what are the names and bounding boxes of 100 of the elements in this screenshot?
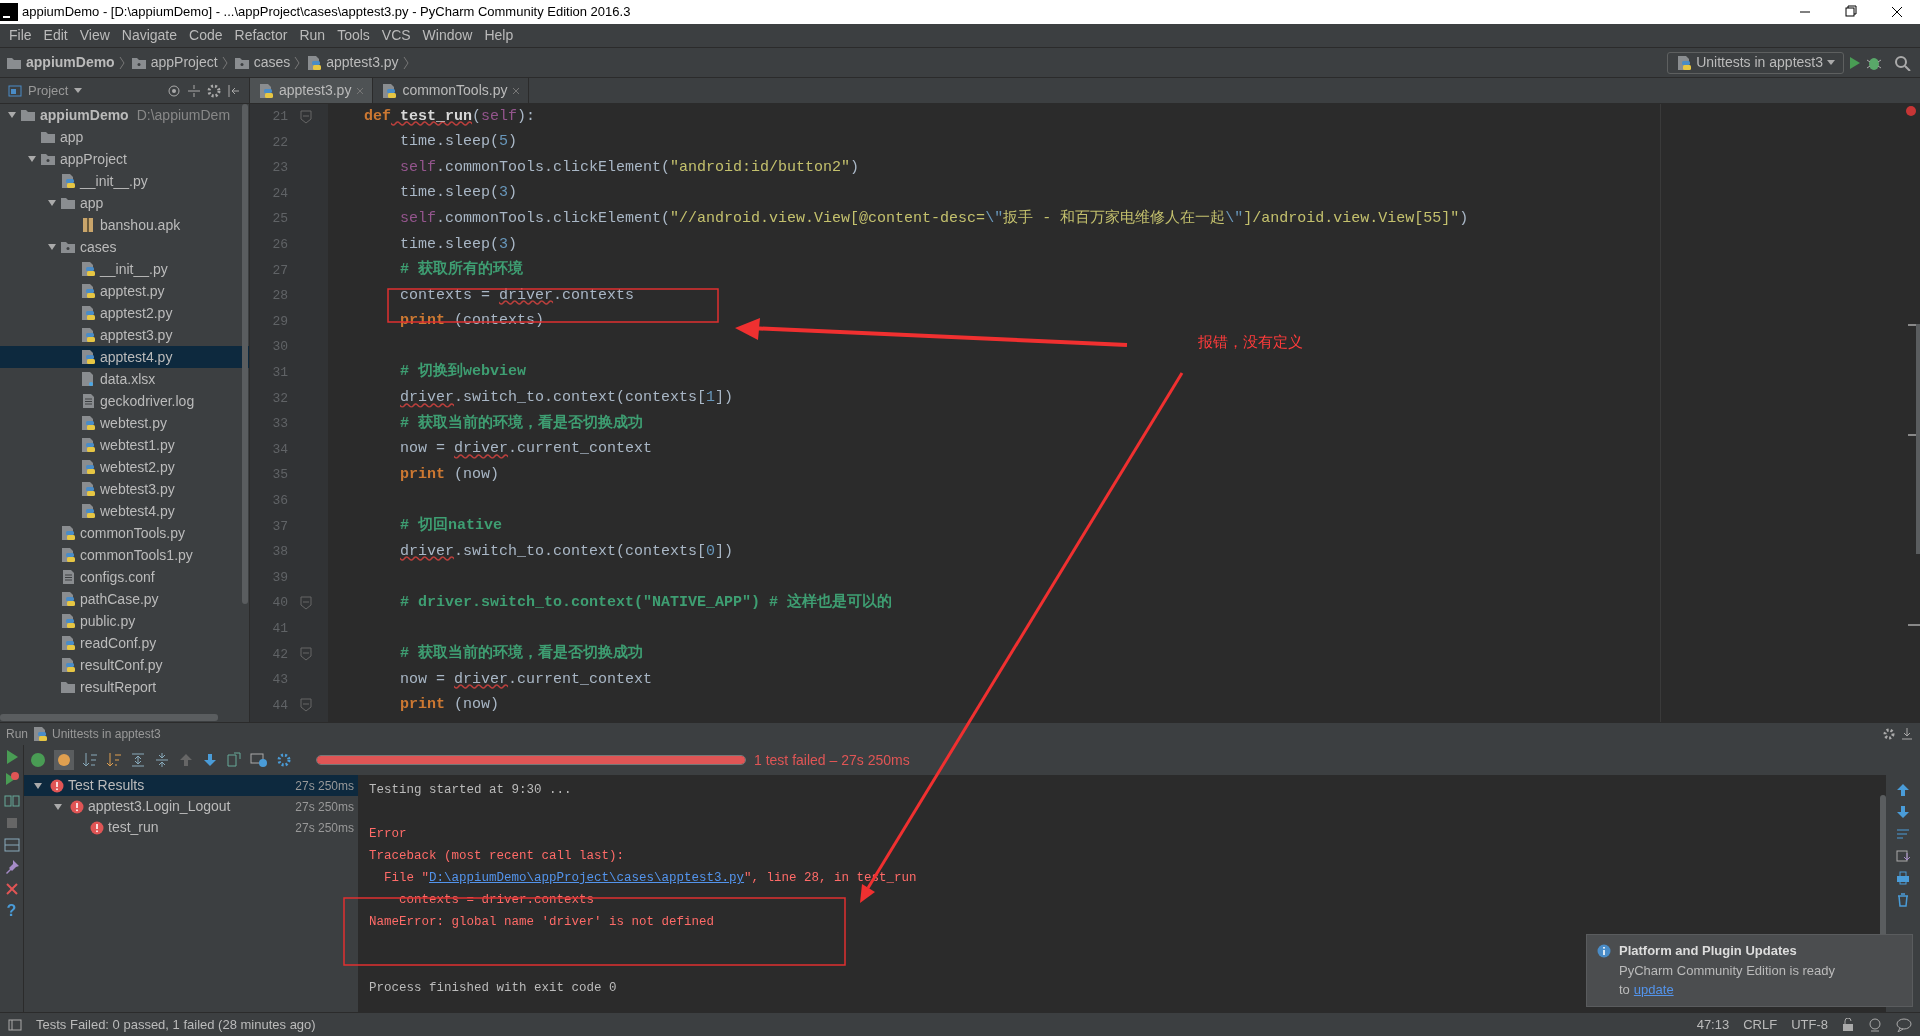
tree-item[interactable]: commonTools.py [0,522,249,544]
breadcrumb[interactable]: apptest3.py [306,52,409,73]
breadcrumb[interactable]: appiumDemo [6,52,125,73]
menu-item[interactable]: File [4,25,37,46]
line-ending[interactable]: CRLF [1743,1014,1778,1035]
settings-icon[interactable] [207,83,221,98]
tree-item[interactable]: apptest2.py [0,302,249,324]
menu-item[interactable]: Tools [332,25,375,46]
menu-item[interactable]: VCS [376,25,416,46]
fold-marker-icon[interactable] [300,698,312,713]
settings-icon[interactable] [1882,727,1896,741]
soft-wrap-icon[interactable] [1896,827,1910,841]
previous-icon[interactable] [178,752,194,768]
tree-item[interactable]: webtest.py [0,412,249,434]
expand-arrow-icon[interactable] [47,242,57,252]
run-configuration-dropdown[interactable]: Unittests in apptest3 [1667,51,1844,74]
settings-icon[interactable] [276,752,292,768]
collapse-all-icon[interactable] [187,83,201,98]
tree-item[interactable]: app [0,126,249,148]
tree-item[interactable]: appProject [0,148,249,170]
menu-item[interactable]: Run [294,25,331,46]
menu-item[interactable]: Window [417,25,478,46]
tree-item[interactable]: commonTools1.py [0,544,249,566]
tree-item[interactable]: app [0,192,249,214]
expand-arrow-icon[interactable] [7,110,17,120]
tree-item[interactable]: apptest.py [0,280,249,302]
help-icon[interactable]: ? [6,903,17,919]
sort-icon[interactable] [82,752,98,768]
tree-item[interactable]: banshou.apk [0,214,249,236]
tree-item[interactable]: public.py [0,610,249,632]
hide-panel-icon[interactable] [227,83,241,98]
file-encoding[interactable]: UTF-8 [1791,1014,1828,1035]
breadcrumb[interactable]: cases [233,52,301,73]
tree-item[interactable]: cases [0,236,249,258]
fold-marker-icon[interactable] [300,647,312,662]
up-arrow-icon[interactable] [1896,783,1910,797]
expand-all-icon[interactable] [130,752,146,768]
tree-item[interactable]: webtest4.py [0,500,249,522]
tree-item[interactable]: resultReport [0,676,249,698]
fold-marker-icon[interactable] [300,596,312,611]
fold-marker-icon[interactable] [300,109,312,124]
tree-item[interactable]: webtest3.py [0,478,249,500]
export-icon[interactable] [226,752,242,768]
editor-tab[interactable]: commonTools.py [373,78,530,103]
tree-item[interactable]: __init__.py [0,170,249,192]
collapse-all-icon[interactable] [154,752,170,768]
hide-panel-icon[interactable] [1900,727,1914,741]
rerun-failed-icon[interactable] [3,771,20,787]
menu-item[interactable]: Edit [38,25,73,46]
vertical-scrollbar[interactable] [1916,324,1920,554]
expand-arrow-icon[interactable] [53,801,63,812]
tree-item[interactable]: data.xlsx [0,368,249,390]
tree-item[interactable]: pathCase.py [0,588,249,610]
panel-toggle-icon[interactable] [8,1017,22,1032]
info-icon [1597,943,1611,958]
tree-item[interactable]: geckodriver.log [0,390,249,412]
tree-item[interactable]: resultConf.py [0,654,249,676]
target-icon[interactable] [167,83,181,98]
expand-arrow-icon[interactable] [27,154,37,164]
inspector-icon[interactable] [1868,1017,1882,1032]
expand-arrow-icon[interactable] [47,198,57,208]
tree-item[interactable]: configs.conf [0,566,249,588]
ignored-filter-icon[interactable] [54,750,74,770]
editor-tab[interactable]: apptest3.py [250,78,374,103]
tree-item[interactable]: __init__.py [0,258,249,280]
down-arrow-icon[interactable] [1896,805,1910,819]
print-icon[interactable] [1896,871,1910,885]
panel-title[interactable]: Run [6,725,28,743]
menu-item[interactable]: Code [184,25,228,46]
scroll-to-end-icon[interactable] [1896,849,1910,863]
menu-item[interactable]: Refactor [229,25,293,46]
tree-item[interactable]: readConf.py [0,632,249,654]
panel-title[interactable]: Project [28,80,69,101]
horizontal-scrollbar[interactable] [0,714,218,721]
menu-item[interactable]: View [74,25,115,46]
history-icon[interactable] [250,752,268,768]
test-result-item[interactable]: test_run 27s 250ms [24,817,358,838]
toggle-icon[interactable] [3,793,20,809]
cursor-position[interactable]: 47:13 [1696,1014,1730,1035]
expand-arrow-icon[interactable] [33,780,43,791]
tree-item[interactable]: webtest2.py [0,456,249,478]
menu-item[interactable]: Navigate [116,25,183,46]
trash-icon[interactable] [1896,893,1910,907]
breadcrumb[interactable]: appProject [130,52,228,73]
tree-item[interactable]: apptest4.py [0,346,249,368]
menu-item[interactable]: Help [479,25,519,46]
tree-item[interactable]: apptest3.py [0,324,249,346]
lock-icon[interactable] [1842,1017,1854,1032]
passed-filter-icon[interactable] [30,752,46,768]
vertical-scrollbar[interactable] [242,104,248,604]
sort-duration-icon[interactable] [106,752,122,768]
test-result-item[interactable]: Test Results 27s 250ms [24,775,358,796]
layout-icon[interactable] [3,837,20,853]
file-link[interactable]: D:\appiumDemo\appProject\cases\apptest3.py [429,871,745,885]
event-log-icon[interactable] [1896,1017,1912,1032]
tree-item[interactable]: webtest1.py [0,434,249,456]
caret-icon[interactable] [74,87,83,94]
next-icon[interactable] [202,752,218,768]
test-result-item[interactable]: apptest3.Login_Logout 27s 250ms [24,796,358,817]
tree-item[interactable]: appiumDemo D:\appiumDem [0,104,249,126]
